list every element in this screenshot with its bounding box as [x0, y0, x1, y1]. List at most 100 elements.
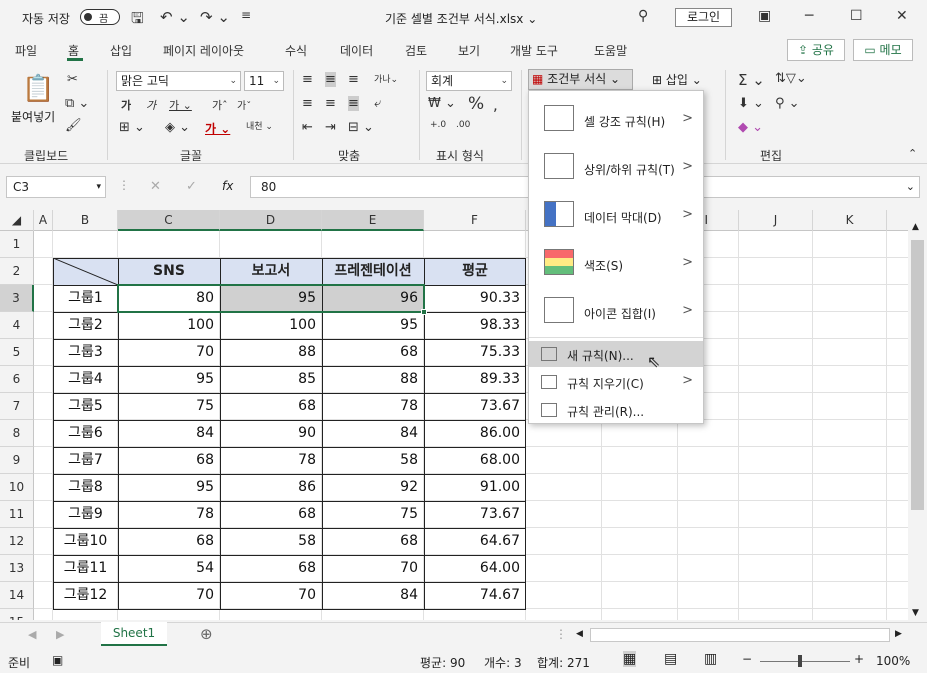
data-cell[interactable]: 100 — [220, 312, 322, 339]
tab-developer[interactable]: 개발 도구 — [510, 42, 558, 59]
clear-icon[interactable]: ◆ ⌄ — [738, 120, 763, 135]
menu-item-highlight-rules[interactable]: 셀 강조 규칙(H) > — [529, 95, 703, 143]
cancel-icon[interactable]: ✕ — [150, 179, 161, 194]
paste-icon[interactable]: 📋 — [22, 74, 54, 104]
decrease-font-icon[interactable]: 가ˇ — [237, 97, 251, 112]
format-painter-icon[interactable]: 🖌 — [65, 118, 82, 133]
menu-item-color-scales[interactable]: 색조(S) > — [529, 239, 703, 287]
row-header[interactable]: 8 — [0, 420, 34, 447]
data-cell[interactable]: 84 — [322, 420, 424, 447]
row-header[interactable]: 2 — [0, 258, 34, 285]
menu-item-new-rule[interactable]: 새 규칙(N)... — [529, 341, 703, 367]
paste-label[interactable]: 붙여넣기 — [11, 108, 55, 125]
copy-icon[interactable]: ⧉ ⌄ — [65, 96, 89, 111]
zoom-in-icon[interactable]: + — [854, 652, 864, 666]
minimize-icon[interactable]: ─ — [805, 8, 813, 24]
search-icon[interactable]: ⚲ — [638, 8, 648, 24]
scroll-left-icon[interactable]: ◀ — [576, 629, 583, 639]
align-bottom-icon[interactable]: ≡ — [348, 72, 359, 87]
data-cell[interactable]: 98.33 — [424, 312, 526, 339]
group-label-cell[interactable]: 그룹12 — [53, 582, 118, 609]
column-header[interactable]: A — [34, 210, 53, 231]
undo-icon[interactable]: ↶ ⌄ — [160, 8, 190, 26]
redo-icon[interactable]: ↷ ⌄ — [200, 8, 230, 26]
table-corner-cell[interactable] — [52, 257, 119, 286]
data-cell[interactable]: 90 — [220, 420, 322, 447]
data-cell[interactable]: 68.00 — [424, 447, 526, 474]
data-cell[interactable]: 92 — [322, 474, 424, 501]
italic-icon[interactable]: 가 — [146, 97, 156, 113]
sort-filter-icon[interactable]: ⇅▽⌄ — [775, 71, 807, 86]
scroll-down-icon[interactable]: ▼ — [912, 608, 919, 618]
row-header[interactable]: 14 — [0, 582, 34, 609]
menu-item-manage-rules[interactable]: 규칙 관리(R)... — [529, 397, 703, 423]
data-cell[interactable]: 75.33 — [424, 339, 526, 366]
column-header[interactable]: K — [813, 210, 887, 231]
data-cell[interactable]: 70 — [118, 582, 220, 609]
fill-color-icon[interactable]: ◈ ⌄ — [165, 120, 190, 135]
text-orientation-icon[interactable]: 가나⌄ — [374, 72, 398, 85]
data-cell[interactable]: 68 — [322, 528, 424, 555]
table-header-cell[interactable]: SNS — [118, 258, 220, 285]
share-button[interactable]: ⇪ 공유 — [787, 39, 845, 61]
cut-icon[interactable]: ✂ — [67, 72, 78, 87]
group-label-cell[interactable]: 그룹2 — [53, 312, 118, 339]
increase-indent-icon[interactable]: ⇥ — [325, 120, 336, 135]
close-icon[interactable]: ✕ — [896, 8, 908, 24]
page-layout-view-icon[interactable]: ▤ — [664, 651, 677, 667]
data-cell[interactable]: 75 — [118, 393, 220, 420]
menu-item-data-bars[interactable]: 데이터 막대(D) > — [529, 191, 703, 239]
merge-cells-icon[interactable]: ⊟ ⌄ — [348, 120, 374, 135]
row-header[interactable]: 6 — [0, 366, 34, 393]
fill-handle[interactable] — [421, 309, 427, 315]
data-cell[interactable]: 78 — [118, 501, 220, 528]
data-cell[interactable]: 88 — [322, 366, 424, 393]
data-cell[interactable]: 78 — [322, 393, 424, 420]
group-label-cell[interactable]: 그룹10 — [53, 528, 118, 555]
collapse-ribbon-icon[interactable]: ⌃ — [908, 147, 917, 160]
tab-view[interactable]: 보기 — [458, 42, 480, 59]
name-box[interactable]: C3 ▾ — [6, 176, 106, 198]
phonetic-icon[interactable]: 내천 ⌄ — [246, 119, 273, 132]
data-cell[interactable]: 100 — [118, 312, 220, 339]
align-middle-icon[interactable]: ≡ — [325, 72, 336, 87]
data-cell[interactable]: 64.00 — [424, 555, 526, 582]
data-cell[interactable]: 95 — [118, 366, 220, 393]
page-break-view-icon[interactable]: ▥ — [704, 651, 717, 667]
next-sheet-icon[interactable]: ▶ — [56, 628, 64, 641]
fill-icon[interactable]: ⬇ ⌄ — [738, 96, 764, 111]
data-cell[interactable]: 68 — [220, 501, 322, 528]
increase-font-icon[interactable]: 가ˆ — [212, 97, 228, 113]
group-label-cell[interactable]: 그룹1 — [53, 285, 118, 312]
font-size-select[interactable]: 11 ⌄ — [244, 71, 284, 91]
tab-file[interactable]: 파일 — [15, 42, 37, 59]
column-header[interactable]: J — [739, 210, 813, 231]
menu-item-clear-rules[interactable]: 규칙 지우기(C) > — [529, 369, 703, 395]
data-cell[interactable]: 75 — [322, 501, 424, 528]
row-header[interactable]: 5 — [0, 339, 34, 366]
table-header-cell[interactable]: 프레젠테이션 — [322, 258, 424, 285]
group-label-cell[interactable]: 그룹6 — [53, 420, 118, 447]
menu-item-top-bottom-rules[interactable]: 상위/하위 규칙(T) > — [529, 143, 703, 191]
data-cell[interactable]: 85 — [220, 366, 322, 393]
decrease-decimal-icon[interactable]: .00 — [456, 120, 470, 130]
data-cell[interactable]: 86 — [220, 474, 322, 501]
data-cell[interactable]: 73.67 — [424, 501, 526, 528]
enter-icon[interactable]: ✓ — [186, 179, 197, 194]
data-cell[interactable]: 73.67 — [424, 393, 526, 420]
row-header[interactable]: 10 — [0, 474, 34, 501]
tab-data[interactable]: 데이터 — [340, 42, 373, 59]
data-cell[interactable]: 68 — [118, 447, 220, 474]
align-right-icon[interactable]: ≡ — [348, 96, 359, 111]
tab-formulas[interactable]: 수식 — [285, 42, 307, 59]
font-color-icon[interactable]: 가 ⌄ — [205, 120, 230, 137]
normal-view-icon[interactable]: ▦ — [623, 651, 637, 667]
number-format-select[interactable]: 회계 ⌄ — [426, 71, 512, 91]
table-header-cell[interactable]: 보고서 — [220, 258, 322, 285]
group-label-cell[interactable]: 그룹8 — [53, 474, 118, 501]
row-header[interactable]: 11 — [0, 501, 34, 528]
data-cell[interactable]: 54 — [118, 555, 220, 582]
conditional-formatting-button[interactable]: ▦ 조건부 서식 ⌄ — [528, 69, 633, 90]
column-header[interactable]: E — [322, 210, 424, 231]
percent-style-icon[interactable]: % — [468, 94, 484, 114]
